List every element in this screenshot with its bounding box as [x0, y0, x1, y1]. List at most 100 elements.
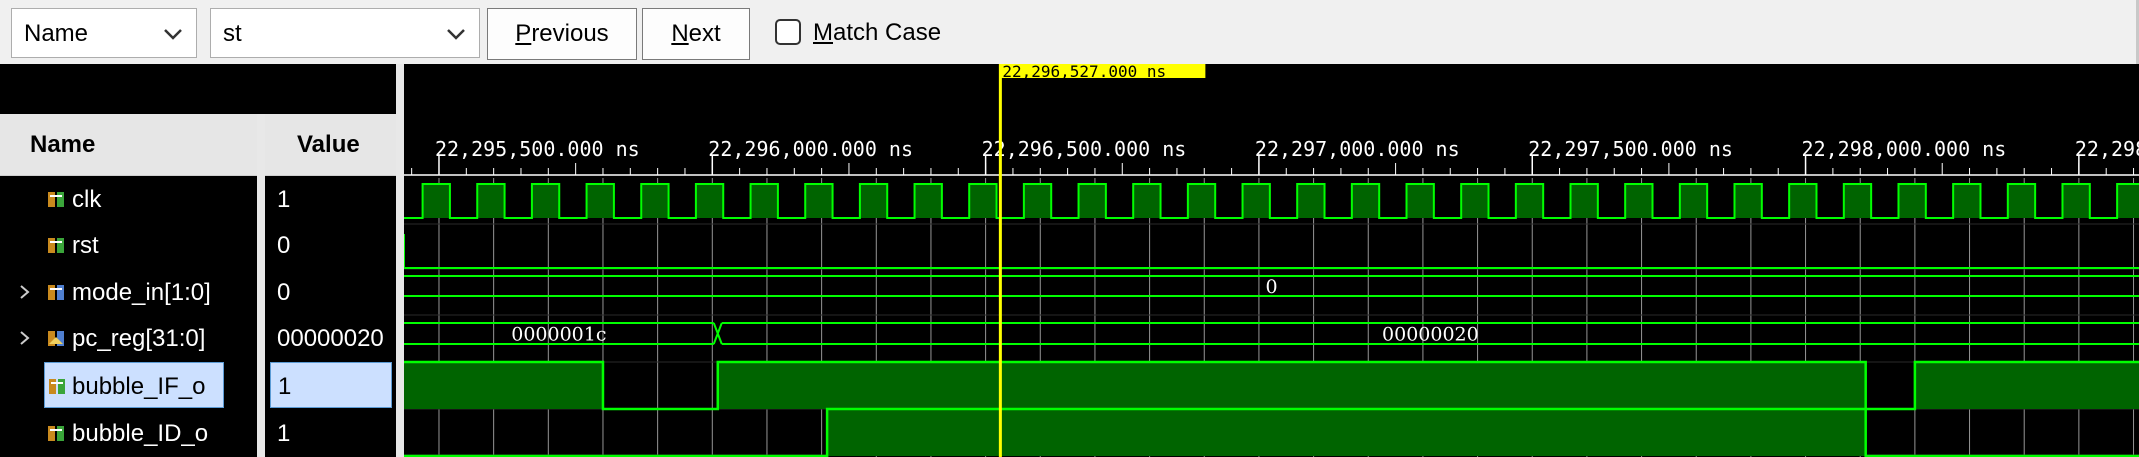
- clk-high-fill: [1843, 184, 1872, 218]
- pc-reg-bus-value: 00000020: [1382, 324, 1479, 346]
- clk-high-fill: [1953, 184, 1981, 218]
- name-panel-top: [0, 64, 396, 114]
- search-field-dropdown[interactable]: Name: [11, 8, 197, 58]
- clk-high-fill: [1078, 184, 1106, 218]
- match-case-checkbox[interactable]: [775, 19, 801, 45]
- column-splitter[interactable]: [257, 114, 265, 457]
- signal-name: mode_in[1:0]: [72, 279, 211, 306]
- clk-high-fill: [1625, 184, 1653, 218]
- clk-high-fill: [805, 184, 833, 218]
- clk-high-fill: [2117, 184, 2139, 218]
- clk-high-fill: [695, 184, 724, 218]
- signal-value: 1: [278, 373, 292, 400]
- signal-value-rst: 0: [265, 222, 396, 268]
- previous-label-rest: revious: [531, 20, 609, 47]
- signal-name: bubble_ID_o: [72, 420, 209, 447]
- clk-high-fill: [1679, 184, 1708, 218]
- wire-signal-icon: [48, 238, 64, 253]
- match-case-label[interactable]: Match Case: [813, 19, 941, 47]
- chevron-down-icon: [164, 29, 182, 40]
- wire-signal-icon: [48, 426, 64, 441]
- signal-name: bubble_IF_o: [72, 373, 206, 400]
- signal-row-bubble-id-o[interactable]: bubble_ID_o: [0, 410, 257, 456]
- signal-value: 1: [277, 420, 291, 447]
- match-case-mnemonic: M: [813, 19, 833, 46]
- name-column-header[interactable]: Name: [0, 114, 257, 176]
- clk-high-fill: [1406, 184, 1434, 218]
- previous-mnemonic: P: [515, 20, 532, 47]
- time-cursor-label: 22,296,527.000 ns: [1002, 64, 1166, 81]
- match-case-label-rest: atch Case: [833, 19, 942, 46]
- bus-signal-icon: [48, 285, 64, 300]
- chevron-right-icon[interactable]: [16, 328, 34, 348]
- time-axis-label: 22,296,500.000 ns: [982, 137, 1187, 161]
- clk-high-fill: [1734, 184, 1762, 218]
- value-column-title: Value: [297, 131, 360, 158]
- bubble-if-high-fill: [1914, 362, 2139, 409]
- search-input-value: st: [223, 20, 242, 47]
- signal-value-mode-in: 0: [265, 269, 396, 315]
- time-axis-label: 22,296,000.000 ns: [708, 137, 913, 161]
- signal-row-pc-reg[interactable]: pc_reg[31:0]: [0, 315, 257, 361]
- chevron-down-icon: [447, 29, 465, 40]
- time-axis-label: 22,298,000.000 ns: [1802, 137, 2007, 161]
- clk-high-fill: [2062, 184, 2090, 218]
- signal-value-bubble-id-o: 1: [265, 410, 396, 456]
- signal-row-rst[interactable]: rst: [0, 222, 257, 268]
- bubble-id-high-fill: [827, 409, 1866, 456]
- signal-value-pc-reg: 00000020: [265, 315, 396, 361]
- clk-high-fill: [969, 184, 997, 218]
- signal-value: 00000020: [277, 325, 384, 352]
- clk-high-fill: [586, 184, 614, 218]
- clk-high-fill: [477, 184, 505, 218]
- clk-high-fill: [1023, 184, 1052, 218]
- register-bus-icon: [48, 331, 64, 346]
- pc-reg-transition: [712, 322, 723, 345]
- clk-high-fill: [1515, 184, 1544, 218]
- wire-signal-icon: [48, 192, 64, 207]
- clk-high-fill: [1187, 184, 1216, 218]
- pc-reg-bus-value: 0000001c: [511, 324, 606, 346]
- next-button[interactable]: Next: [642, 8, 750, 60]
- time-axis-label: 22,298,500.000 ns: [2075, 137, 2139, 161]
- signal-value-bubble-if-o: 1: [270, 362, 392, 408]
- clk-high-fill: [859, 184, 888, 218]
- rst-waveform: [404, 234, 2139, 269]
- next-label-rest: ext: [688, 20, 721, 47]
- clk-high-fill: [1297, 184, 1325, 218]
- clk-high-fill: [641, 184, 669, 218]
- signal-name: clk: [72, 186, 102, 213]
- clk-high-fill: [1898, 184, 1926, 218]
- clk-high-fill: [1351, 184, 1380, 218]
- next-mnemonic: N: [671, 20, 689, 47]
- signal-name: pc_reg[31:0]: [72, 325, 206, 352]
- previous-button[interactable]: Previous: [487, 8, 637, 60]
- signal-row-clk[interactable]: clk: [0, 176, 257, 222]
- clk-high-fill: [914, 184, 942, 218]
- clk-high-fill: [531, 184, 560, 218]
- search-toolbar: Name st Previous Next Match Case: [0, 0, 2139, 64]
- value-column-header[interactable]: Value: [265, 114, 396, 176]
- signal-value-clk: 1: [265, 176, 396, 222]
- signal-value: 1: [277, 186, 291, 213]
- clk-high-fill: [1242, 184, 1270, 218]
- time-axis-label: 22,297,000.000 ns: [1255, 137, 1460, 161]
- name-column-title: Name: [30, 131, 96, 158]
- signal-value: 0: [277, 279, 291, 306]
- signal-row-mode-in[interactable]: mode_in[1:0]: [0, 269, 257, 315]
- signal-name: rst: [72, 232, 99, 259]
- panel-splitter[interactable]: [396, 64, 404, 457]
- time-axis-label: 22,297,500.000 ns: [1528, 137, 1733, 161]
- mode-in-bus-value: 0: [1265, 276, 1277, 298]
- clk-high-fill: [2007, 184, 2036, 218]
- search-field-value: Name: [24, 20, 89, 47]
- clk-high-fill: [1789, 184, 1817, 218]
- waveform-canvas[interactable]: 22,295,500.000 ns 22,296,000.000 ns 22,296…: [404, 64, 2139, 457]
- bubble-if-high-fill: [404, 362, 603, 409]
- signal-value: 0: [277, 232, 291, 259]
- signal-row-bubble-if-o[interactable]: bubble_IF_o: [44, 362, 224, 408]
- wire-signal-icon: [49, 379, 65, 394]
- chevron-right-icon[interactable]: [16, 282, 34, 302]
- clk-high-fill: [422, 184, 450, 218]
- search-input[interactable]: st: [210, 8, 480, 58]
